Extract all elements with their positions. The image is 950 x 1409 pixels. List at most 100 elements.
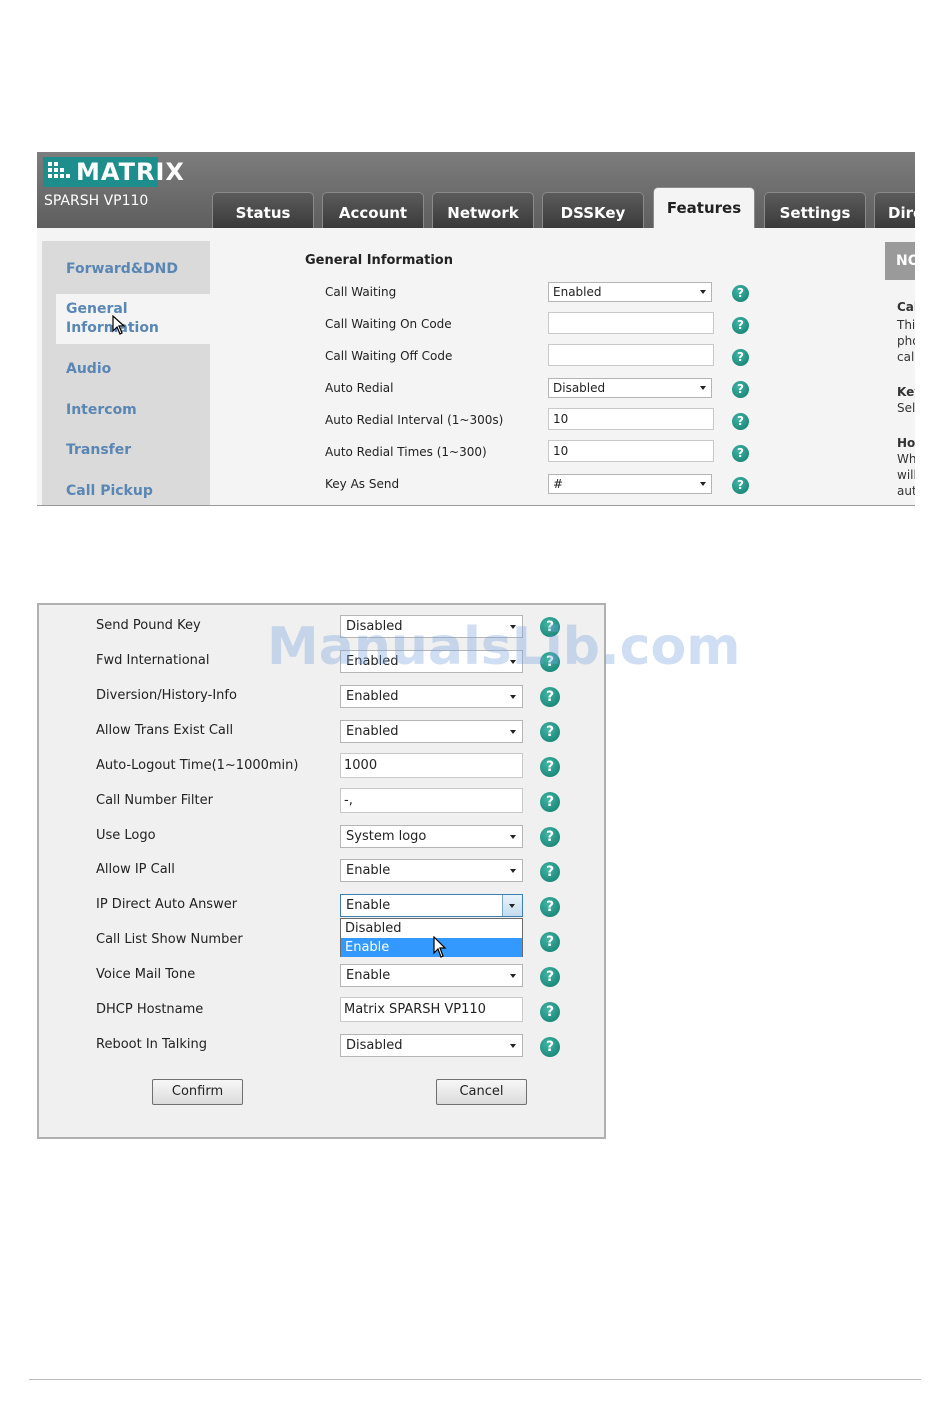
note-text: cal (897, 350, 915, 364)
tab-network[interactable]: Network (432, 192, 534, 228)
row-label: Key As Send (325, 477, 400, 491)
tab-status[interactable]: Status (212, 192, 314, 228)
confirm-button[interactable]: Confirm (152, 1079, 243, 1105)
tab-dsskey[interactable]: DSSKey (542, 192, 644, 228)
key-as-send-select[interactable]: # (548, 474, 712, 494)
auto-redial-interval-input[interactable]: 10 (548, 408, 714, 430)
help-icon[interactable]: ? (540, 1037, 560, 1057)
section-title: General Information (305, 253, 453, 268)
use-logo-select[interactable]: System logo (340, 825, 523, 848)
dropdown-options-list: Disabled Enable (340, 918, 523, 957)
help-icon[interactable]: ? (732, 413, 749, 430)
note-panel: NO Cal Thi pho cal Key Sel Ho Wh will au… (885, 242, 915, 505)
note-text: Sel (897, 401, 915, 415)
dropdown-option-disabled[interactable]: Disabled (341, 919, 522, 938)
allow-trans-exist-call-select[interactable]: Enabled (340, 720, 523, 743)
dropdown-option-enable[interactable]: Enable (341, 938, 522, 957)
row-label: DHCP Hostname (96, 1002, 204, 1017)
sidebar-item-general-information[interactable]: General Information (56, 294, 210, 344)
row-label: Auto Redial Times (1~300) (325, 445, 487, 459)
brand-name: MATRIX (76, 158, 185, 186)
tab-directory[interactable]: Dire (874, 192, 915, 228)
help-icon[interactable]: ? (732, 317, 749, 334)
row-label: Reboot In Talking (96, 1037, 208, 1052)
web-ui-screenshot-bottom: Send Pound Key Disabled ? Fwd Internatio… (37, 603, 606, 1139)
row-label: Auto Redial (325, 381, 394, 395)
help-icon[interactable]: ? (540, 1002, 560, 1022)
dhcp-hostname-input[interactable]: Matrix SPARSH VP110 (340, 997, 523, 1022)
help-icon[interactable]: ? (540, 792, 560, 812)
allow-ip-call-select[interactable]: Enable (340, 859, 523, 882)
help-icon[interactable]: ? (540, 687, 560, 707)
call-number-filter-input[interactable]: -, (340, 788, 523, 813)
reboot-in-talking-select[interactable]: Disabled (340, 1034, 523, 1057)
help-icon[interactable]: ? (732, 477, 749, 494)
help-icon[interactable]: ? (540, 827, 560, 847)
row-label: Allow IP Call (96, 862, 175, 877)
row-label: IP Direct Auto Answer (96, 897, 238, 912)
logo-dots-icon (48, 162, 70, 182)
row-label: Call Waiting On Code (325, 317, 452, 331)
note-text: pho (897, 334, 915, 348)
row-label: Send Pound Key (96, 618, 201, 633)
row-label: Call Waiting (325, 285, 397, 299)
help-icon[interactable]: ? (540, 722, 560, 742)
general-information-form: General Information Call Waiting Enabled… (217, 228, 882, 505)
note-text: Cal (897, 300, 915, 314)
mouse-pointer-icon (433, 936, 447, 958)
call-waiting-select[interactable]: Enabled (548, 282, 712, 302)
mouse-pointer-icon (112, 315, 126, 335)
row-label: Call List Show Number (96, 932, 243, 947)
auto-logout-time-input[interactable]: 1000 (340, 753, 523, 778)
row-label: Use Logo (96, 828, 156, 843)
dropdown-arrow-icon[interactable] (502, 895, 522, 916)
help-icon[interactable]: ? (540, 967, 560, 987)
note-text: Key (897, 385, 915, 399)
auto-redial-select[interactable]: Disabled (548, 378, 712, 398)
row-label: Voice Mail Tone (96, 967, 196, 982)
sidebar: Forward&DND General Information Audio In… (37, 228, 210, 505)
note-text: Ho (897, 436, 915, 450)
help-icon[interactable]: ? (732, 381, 749, 398)
row-label: Auto-Logout Time(1~1000min) (96, 758, 299, 773)
sidebar-item-forward-dnd[interactable]: Forward&DND (66, 260, 178, 279)
help-icon[interactable]: ? (732, 445, 749, 462)
diversion-history-info-select[interactable]: Enabled (340, 685, 523, 708)
voice-mail-tone-select[interactable]: Enable (340, 964, 523, 987)
sidebar-item-call-pickup[interactable]: Call Pickup (66, 482, 153, 501)
tab-features[interactable]: Features (653, 187, 755, 228)
help-icon[interactable]: ? (540, 932, 560, 952)
note-text: aut (897, 484, 915, 498)
sidebar-item-transfer[interactable]: Transfer (66, 441, 131, 460)
note-text: Thi (897, 318, 915, 332)
sidebar-item-audio[interactable]: Audio (66, 360, 111, 379)
auto-redial-times-input[interactable]: 10 (548, 440, 714, 462)
call-waiting-on-code-input[interactable] (548, 312, 714, 334)
help-icon[interactable]: ? (540, 862, 560, 882)
web-ui-screenshot-top: MATRIX SPARSH VP110 Status Account Netwo… (37, 152, 915, 506)
ip-direct-auto-answer-select[interactable]: Enable (340, 894, 523, 917)
note-text: Wh (897, 452, 915, 466)
note-text: will (897, 468, 915, 482)
tab-account[interactable]: Account (322, 192, 424, 228)
call-waiting-off-code-input[interactable] (548, 344, 714, 366)
row-label: Fwd International (96, 653, 210, 668)
sidebar-item-intercom[interactable]: Intercom (66, 401, 137, 420)
help-icon[interactable]: ? (540, 897, 560, 917)
device-model: SPARSH VP110 (44, 193, 149, 209)
help-icon[interactable]: ? (540, 757, 560, 777)
watermark: ManualsLib.com (267, 617, 741, 677)
row-label: Call Waiting Off Code (325, 349, 453, 363)
help-icon[interactable]: ? (732, 285, 749, 302)
row-label: Allow Trans Exist Call (96, 723, 234, 738)
row-label: Diversion/History-Info (96, 688, 237, 703)
header-bar: MATRIX SPARSH VP110 Status Account Netwo… (37, 152, 915, 228)
tab-settings[interactable]: Settings (764, 192, 866, 228)
cancel-button[interactable]: Cancel (436, 1079, 527, 1105)
row-label: Auto Redial Interval (1~300s) (325, 413, 504, 427)
matrix-logo: MATRIX (43, 157, 184, 187)
note-panel-header: NO (885, 242, 915, 280)
row-label: Call Number Filter (96, 793, 213, 808)
help-icon[interactable]: ? (732, 349, 749, 366)
footer-divider (29, 1379, 921, 1380)
